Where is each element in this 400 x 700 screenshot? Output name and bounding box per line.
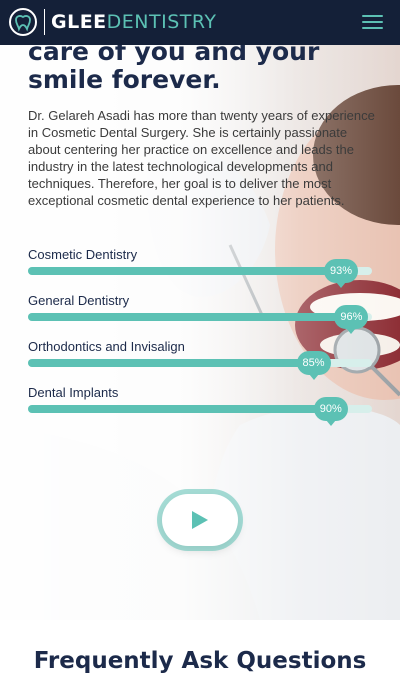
skill-progress-track: 85%	[28, 351, 372, 380]
hamburger-menu-icon[interactable]	[362, 15, 383, 30]
skill-progress-track: 96%	[28, 305, 372, 334]
brand-name-part2: DENTISTRY	[106, 10, 217, 33]
skill-general-dentistry: General Dentistry 96%	[28, 289, 372, 334]
skill-dental-implants: Dental Implants 90%	[28, 381, 372, 426]
skill-percent-badge: 96%	[334, 305, 369, 334]
brand-name-part1: GLEE	[51, 10, 107, 33]
skill-percent-badge: 93%	[324, 259, 359, 288]
skill-label: Cosmetic Dentistry	[28, 247, 138, 262]
skill-progress-fill	[28, 405, 338, 413]
hero-heading-line2: smile forever.	[28, 65, 221, 94]
menu-bar	[362, 27, 383, 29]
skill-orthodontics-invisalign: Orthodontics and Invisalign 85%	[28, 335, 372, 380]
hero-section: care of you and your smile forever. Dr. …	[0, 45, 400, 620]
skill-label: Dental Implants	[28, 385, 119, 400]
hero-heading-line1: care of you and your	[28, 45, 320, 66]
site-header: GLEEDENTISTRY	[0, 0, 400, 45]
skill-label: Orthodontics and Invisalign	[28, 339, 185, 354]
brand-logo[interactable]: GLEEDENTISTRY	[8, 7, 217, 37]
skill-progress-track: 90%	[28, 397, 372, 426]
faq-section-title: Frequently Ask Questions	[33, 648, 367, 674]
skill-progress-track: 93%	[28, 259, 372, 288]
play-icon	[192, 511, 208, 529]
skill-percent-badge: 90%	[313, 397, 348, 426]
skill-cosmetic-dentistry: Cosmetic Dentistry 93%	[28, 243, 372, 288]
video-play-button[interactable]	[162, 494, 238, 546]
brand-name: GLEEDENTISTRY	[51, 10, 217, 33]
menu-bar	[362, 21, 383, 23]
skill-progress-fill	[28, 313, 359, 321]
hero-description: Dr. Gelareh Asadi has more than twenty y…	[28, 108, 375, 208]
skill-percent-badge: 85%	[296, 351, 331, 380]
hero-heading: care of you and your smile forever.	[28, 45, 388, 94]
skill-progress-fill	[28, 359, 321, 367]
skill-progress-fill	[28, 267, 348, 275]
skill-label: General Dentistry	[28, 293, 130, 308]
tooth-logo-icon	[9, 8, 37, 36]
logo-divider	[44, 9, 45, 35]
menu-bar	[362, 15, 383, 17]
